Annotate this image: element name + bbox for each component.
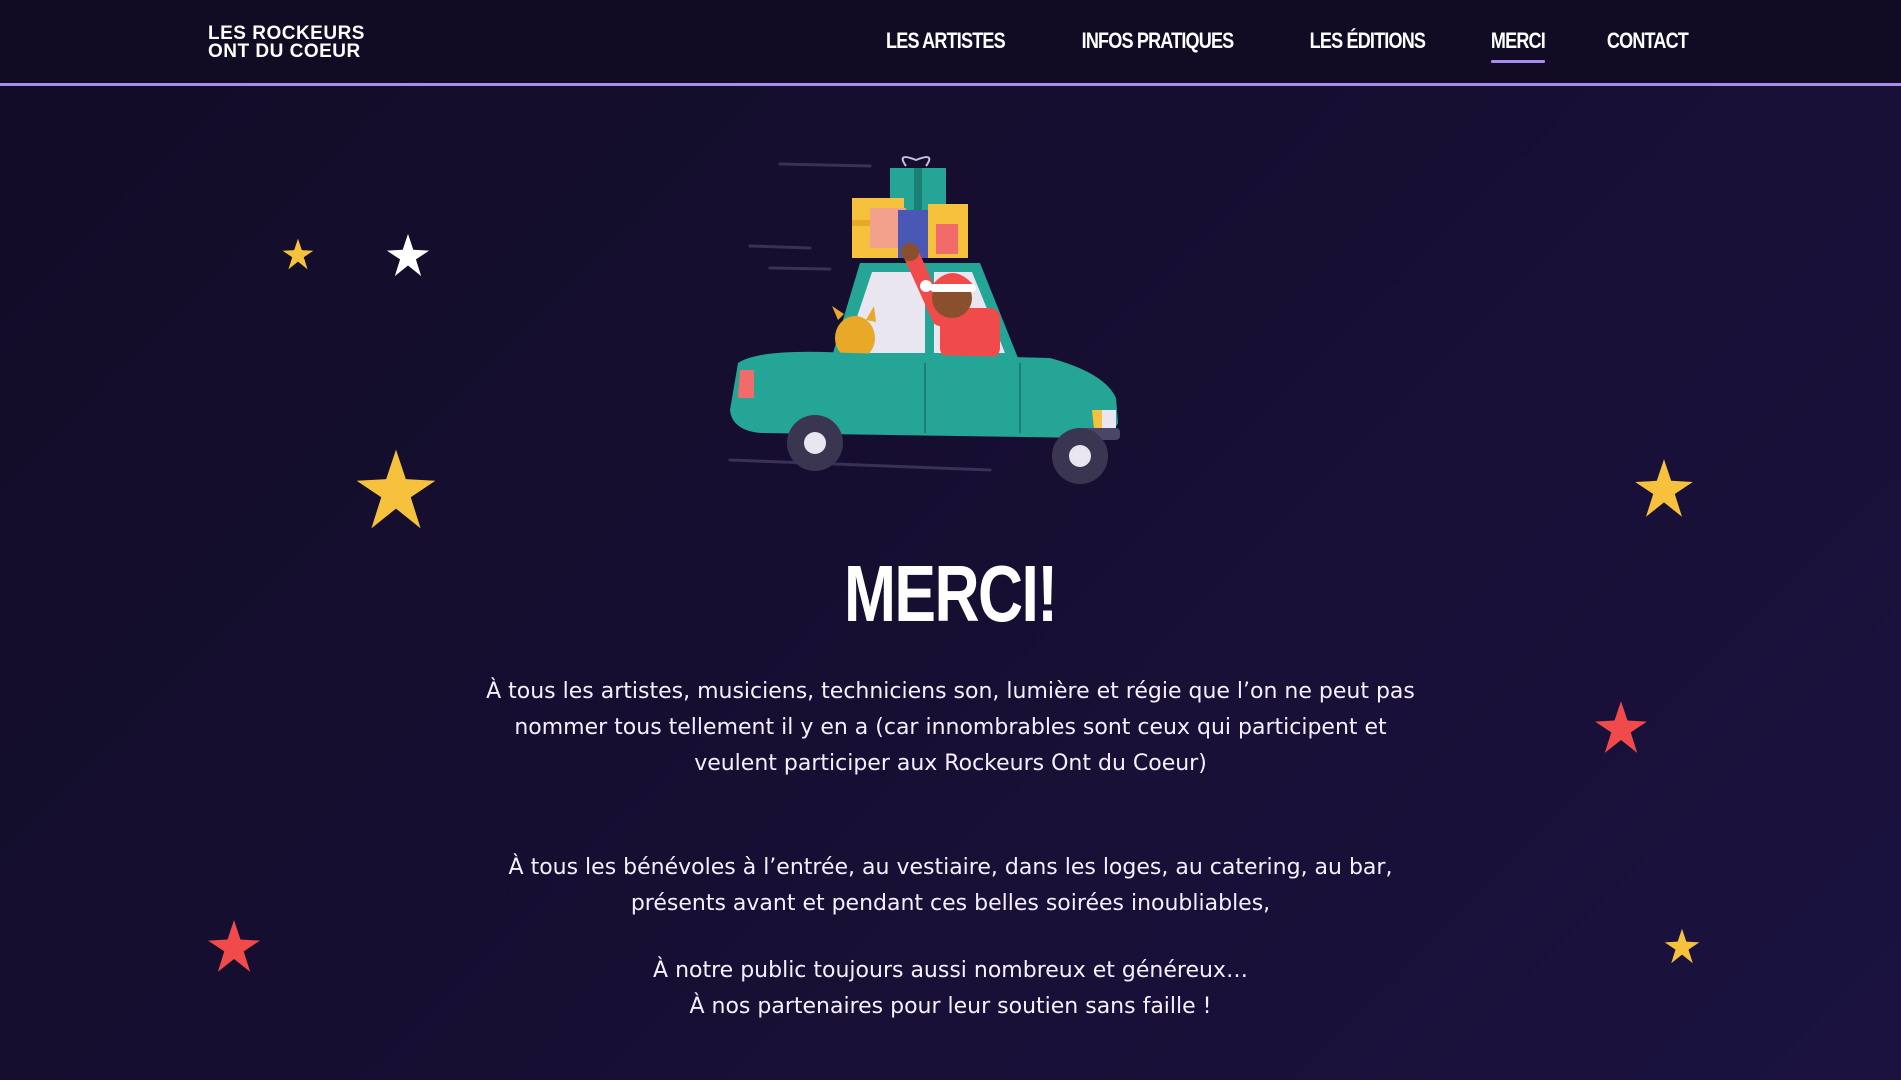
star-icon	[356, 449, 436, 529]
star-icon	[1635, 459, 1693, 517]
page-title: MERCI!	[0, 548, 1901, 640]
star-icon	[386, 233, 430, 277]
nav-item-merci[interactable]: MERCI	[1491, 28, 1546, 63]
logo-line-2: ONT DU COEUR	[208, 41, 361, 62]
nav-item-les-artistes[interactable]: LES ARTISTES	[886, 28, 1006, 60]
star-icon	[1664, 928, 1700, 964]
thanks-public-text: À notre public toujours aussi nombreux e…	[653, 958, 1248, 983]
site-logo[interactable]: LES ROCKEURS ONT DU COEUR	[208, 24, 365, 62]
nav-item-contact[interactable]: CONTACT	[1607, 28, 1689, 60]
thanks-artists-text: À tous les artistes, musiciens, technici…	[486, 679, 1415, 776]
nav-item-les-editions[interactable]: LES ÉDITIONS	[1310, 28, 1426, 60]
star-icon	[282, 238, 314, 270]
nav-item-infos-pratiques[interactable]: INFOS PRATIQUES	[1082, 28, 1235, 60]
site-header: LES ROCKEURS ONT DU COEUR LES ARTISTES I…	[0, 0, 1901, 86]
car-illustration	[728, 156, 1120, 484]
thanks-partners-text: À nos partenaires pour leur soutien sans…	[689, 994, 1212, 1019]
main-nav: LES ARTISTES INFOS PRATIQUES LES ÉDITION…	[873, 28, 1697, 63]
thanks-volunteers-text: À tous les bénévoles à l’entrée, au vest…	[508, 855, 1393, 916]
page-title-text: MERCI!	[844, 549, 1058, 638]
star-icon	[208, 920, 260, 972]
star-icon	[1595, 701, 1647, 753]
